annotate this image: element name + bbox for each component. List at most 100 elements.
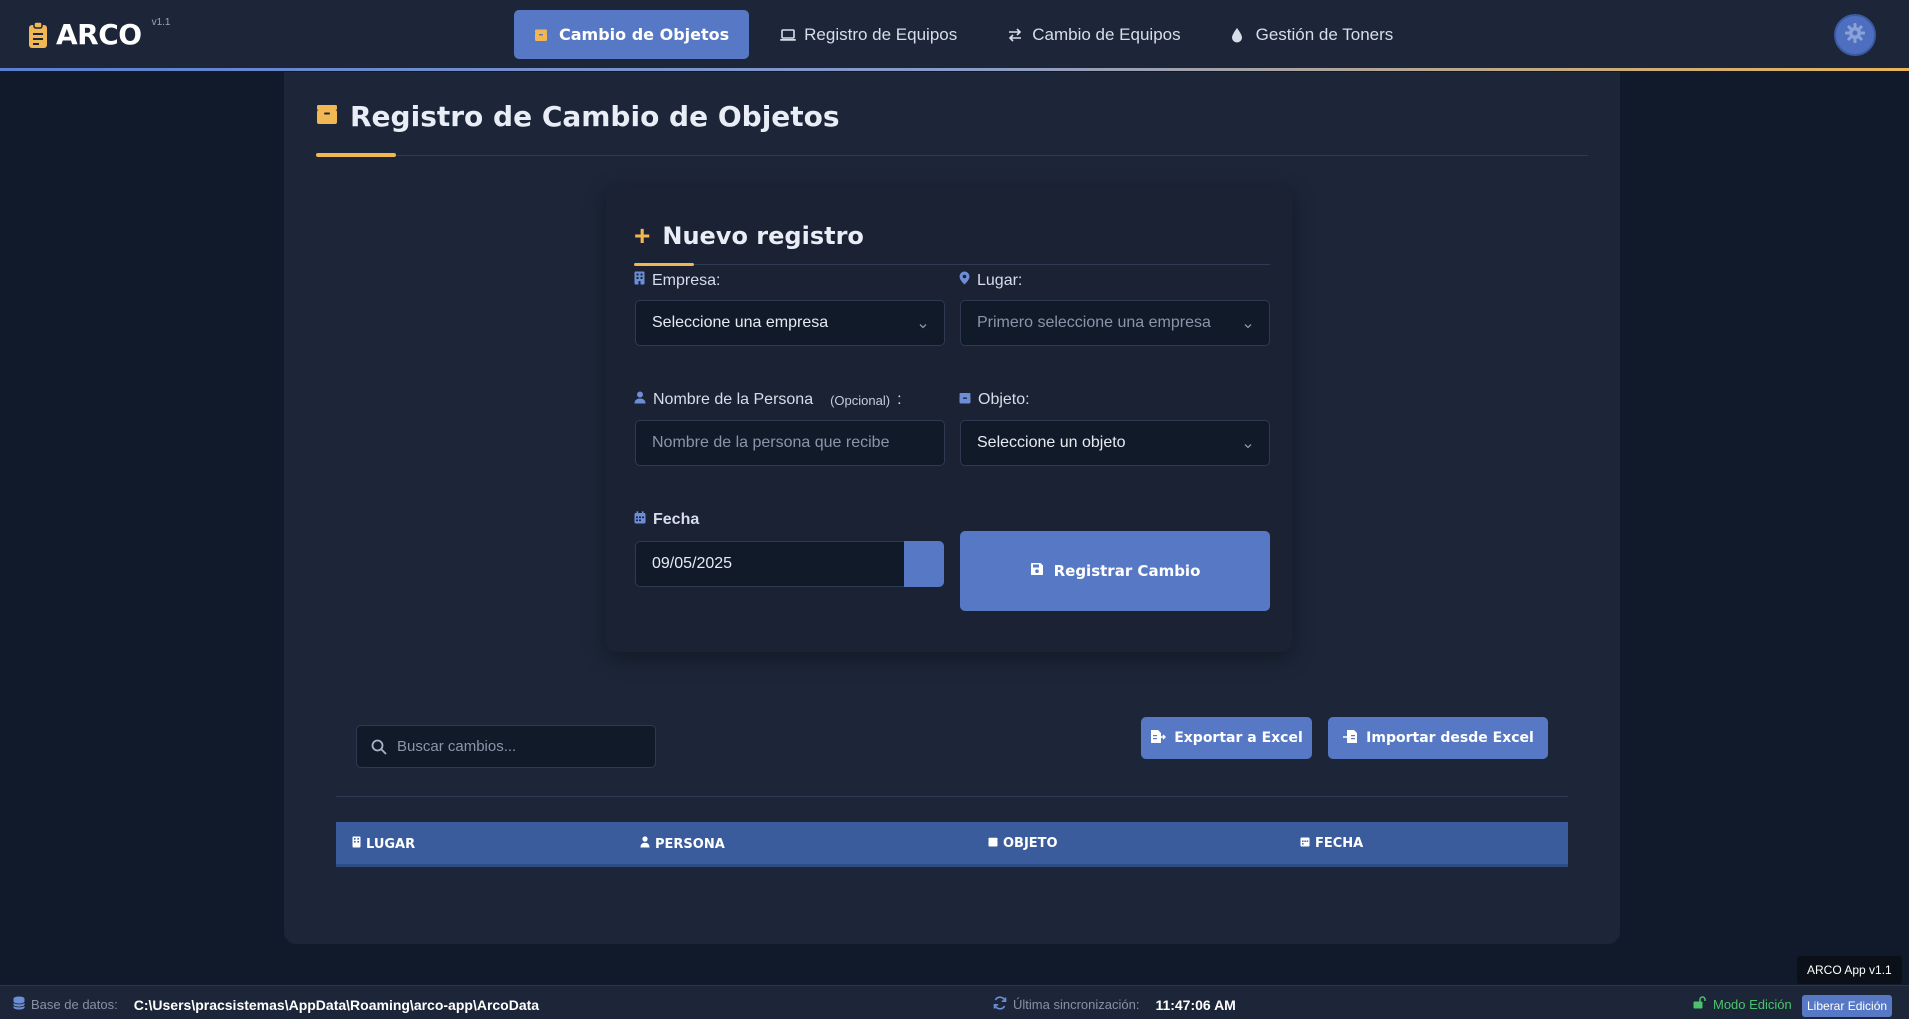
user-icon: [634, 391, 646, 409]
db-label: Base de datos:: [31, 997, 118, 1012]
persona-input-placeholder: Nombre de la persona que recibe: [652, 434, 890, 451]
brand[interactable]: ARCO v1.1: [28, 17, 171, 51]
empresa-label-text: Empresa:: [652, 271, 721, 289]
column-header-objeto[interactable]: OBJETO: [988, 836, 1058, 851]
tab-cambio-de-equipos[interactable]: Cambio de Equipos: [987, 10, 1200, 59]
droplet-icon: [1231, 27, 1247, 43]
form-title: + Nuevo registro: [634, 220, 864, 251]
app-name: ARCO: [56, 18, 142, 51]
db-path-status: Base de datos: C:\Users\pracsistemas\App…: [13, 996, 539, 1013]
swap-arrows-icon: [1007, 27, 1023, 43]
building-icon: [352, 836, 361, 852]
tab-label: Gestión de Toners: [1255, 24, 1394, 44]
objeto-select-value: Seleccione un objeto: [977, 434, 1126, 451]
edit-mode-status: Modo Edición: [1693, 996, 1792, 1012]
top-navbar: ARCO v1.1 Cambio de Objetos Registro de …: [0, 0, 1909, 70]
column-header-fecha-label: FECHA: [1315, 836, 1364, 851]
persona-label-suffix: :: [897, 391, 902, 408]
column-header-persona-label: PERSONA: [655, 836, 725, 852]
calendar-icon: [1300, 836, 1310, 851]
optional-tag: (Opcional): [830, 392, 891, 408]
registrar-cambio-button[interactable]: Registrar Cambio: [960, 531, 1270, 611]
status-bar: Base de datos: C:\Users\pracsistemas\App…: [0, 985, 1909, 1019]
form-divider: [634, 264, 1270, 265]
lugar-label-text: Lugar:: [977, 271, 1023, 289]
topbar-accent-line: [0, 68, 1909, 71]
empresa-select-value: Seleccione una empresa: [652, 314, 829, 331]
column-header-lugar-label: LUGAR: [366, 836, 416, 852]
tab-label: Registro de Equipos: [804, 24, 958, 44]
persona-label-text: Nombre de la Persona: [653, 391, 814, 408]
tab-label: Cambio de Objetos: [559, 25, 730, 44]
box-icon: [959, 391, 971, 409]
lugar-select-value: Primero seleccione una empresa: [977, 314, 1211, 331]
app-version-tooltip: ARCO App v1.1: [1797, 956, 1902, 984]
plus-icon: +: [634, 220, 651, 251]
export-excel-button[interactable]: Exportar a Excel: [1141, 717, 1312, 759]
sync-label: Última sincronización:: [1013, 997, 1140, 1012]
building-icon: [634, 271, 645, 290]
objeto-select[interactable]: Seleccione un objeto: [960, 420, 1270, 466]
form-title-text: Nuevo registro: [662, 222, 864, 250]
table-header: LUGAR PERSONA OBJETO FECHA: [336, 822, 1568, 867]
edit-mode-label: Modo Edición: [1713, 996, 1792, 1012]
lugar-label: Lugar:: [959, 271, 1022, 290]
persona-label: Nombre de la Persona (Opcional) :: [634, 391, 902, 409]
empresa-label: Empresa:: [634, 271, 720, 290]
search-input[interactable]: Buscar cambios...: [356, 725, 656, 768]
column-header-lugar[interactable]: LUGAR: [352, 836, 415, 852]
db-path: C:\Users\pracsistemas\AppData\Roaming\ar…: [133, 996, 540, 1013]
settings-button[interactable]: [1834, 14, 1876, 56]
main-nav: Cambio de Objetos Registro de Equipos Ca…: [514, 10, 1413, 59]
title-accent-bar: [316, 153, 396, 157]
page-title-text: Registro de Cambio de Objetos: [350, 100, 840, 133]
database-icon: [13, 996, 25, 1013]
tab-cambio-de-objetos[interactable]: Cambio de Objetos: [514, 10, 750, 59]
box-icon: [988, 836, 998, 851]
search-placeholder: Buscar cambios...: [397, 738, 517, 755]
unlock-icon: [1693, 996, 1707, 1012]
box-icon: [534, 27, 550, 43]
tab-registro-de-equipos[interactable]: Registro de Equipos: [759, 10, 977, 59]
column-header-fecha[interactable]: FECHA: [1300, 836, 1363, 851]
sync-status: Última sincronización: 11:47:06 AM: [993, 996, 1236, 1013]
search-icon: [371, 739, 387, 755]
column-header-persona[interactable]: PERSONA: [640, 836, 725, 852]
persona-input[interactable]: Nombre de la persona que recibe: [635, 420, 945, 466]
registrar-cambio-label: Registrar Cambio: [1053, 562, 1201, 580]
liberar-edicion-button[interactable]: Liberar Edición: [1802, 995, 1893, 1017]
fecha-label-text: Fecha: [653, 511, 700, 528]
file-export-icon: [1150, 729, 1167, 748]
export-excel-label: Exportar a Excel: [1174, 730, 1303, 746]
sync-time: 11:47:06 AM: [1155, 996, 1236, 1013]
objeto-label: Objeto:: [959, 391, 1030, 409]
column-header-objeto-label: OBJETO: [1003, 836, 1058, 851]
calendar-picker-button[interactable]: [904, 541, 944, 587]
location-pin-icon: [959, 271, 970, 290]
clipboard-icon: [28, 20, 48, 49]
file-import-icon: [1342, 729, 1358, 748]
form-accent-bar: [634, 263, 694, 266]
empresa-select[interactable]: Seleccione una empresa: [635, 300, 945, 346]
import-excel-button[interactable]: Importar desde Excel: [1328, 717, 1548, 759]
floppy-disk-icon: [1030, 562, 1044, 580]
box-icon: [316, 103, 338, 130]
laptop-icon: [779, 27, 797, 43]
chevron-down-icon: [918, 318, 928, 329]
lugar-select[interactable]: Primero seleccione una empresa: [960, 300, 1270, 346]
chevron-down-icon: [1243, 438, 1253, 449]
objeto-label-text: Objeto:: [978, 391, 1030, 408]
tab-label: Cambio de Equipos: [1032, 24, 1181, 44]
title-divider: [316, 155, 1588, 156]
user-icon: [640, 836, 650, 852]
sync-icon: [993, 996, 1007, 1013]
main-panel: Registro de Cambio de Objetos + Nuevo re…: [284, 72, 1620, 944]
gear-icon: [1844, 22, 1866, 49]
chevron-down-icon: [1243, 318, 1253, 329]
fecha-input[interactable]: 09/05/2025: [635, 541, 907, 587]
fecha-input-value: 09/05/2025: [652, 555, 733, 572]
fecha-label: Fecha: [634, 511, 699, 529]
table-divider: [336, 796, 1568, 797]
tab-gestion-de-toners[interactable]: Gestión de Toners: [1211, 10, 1414, 59]
page-title: Registro de Cambio de Objetos: [316, 100, 840, 133]
